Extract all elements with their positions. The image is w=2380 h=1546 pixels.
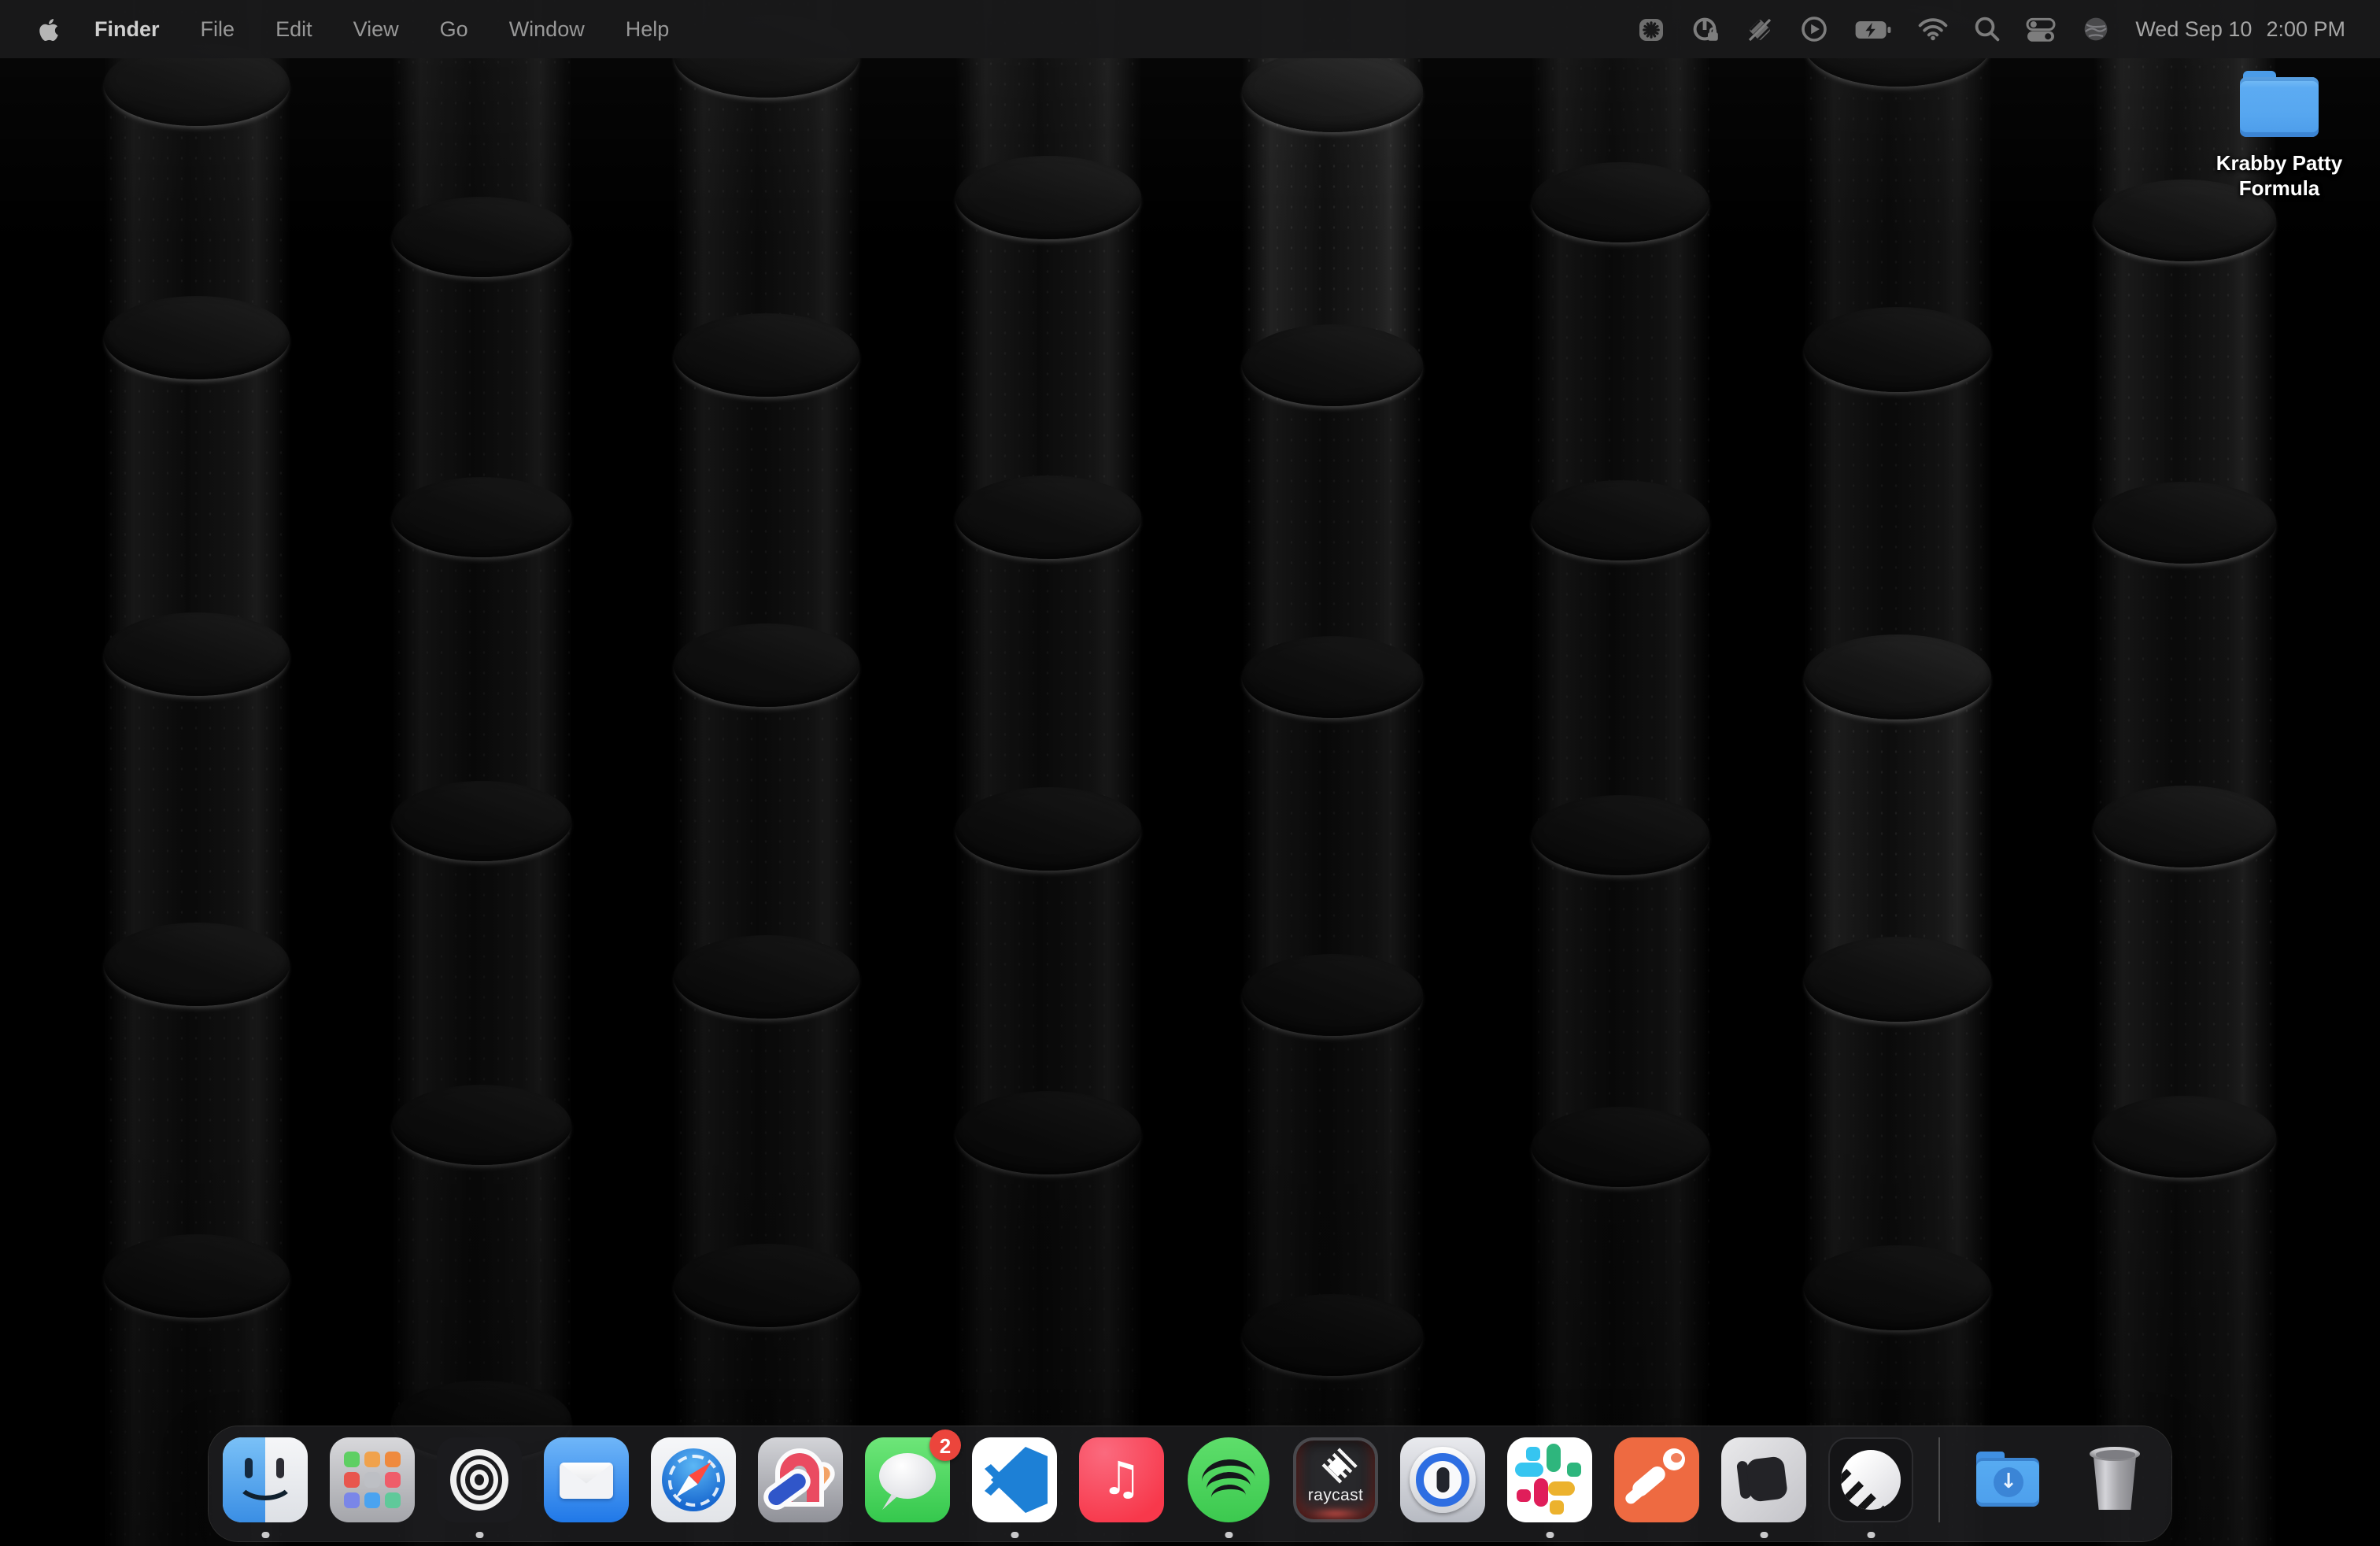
menu-bar-left: Finder File Edit View Go Window Help bbox=[38, 17, 669, 42]
menu-bar: Finder File Edit View Go Window Help Wed Sep … bbox=[0, 0, 2380, 58]
dock-item-music[interactable]: ♫ bbox=[1079, 1437, 1164, 1522]
globe-icon[interactable] bbox=[2080, 12, 2110, 46]
music-icon[interactable]: ♫ bbox=[1079, 1437, 1164, 1522]
wallpaper-column bbox=[104, 0, 290, 1546]
running-indicator-dot bbox=[1225, 1531, 1232, 1538]
dock-item-arc[interactable] bbox=[758, 1437, 843, 1522]
menu-item-go[interactable]: Go bbox=[440, 17, 468, 41]
running-indicator-dot bbox=[476, 1531, 483, 1538]
wallpaper-column bbox=[955, 0, 1141, 1546]
menu-bar-status: Wed Sep 10 2:00 PM bbox=[1636, 12, 2345, 46]
dock-item-vscode[interactable] bbox=[972, 1437, 1057, 1522]
dia-icon[interactable] bbox=[1721, 1437, 1806, 1522]
menu-bar-date[interactable]: Wed Sep 10 bbox=[2135, 17, 2252, 41]
desktop-screen: Finder File Edit View Go Window Help Wed Sep … bbox=[0, 0, 2380, 1546]
dock-item-spotify[interactable] bbox=[1186, 1437, 1271, 1522]
slack-icon[interactable] bbox=[1507, 1437, 1592, 1522]
dock-item-trash[interactable] bbox=[2072, 1437, 2157, 1522]
dock-divider bbox=[1938, 1437, 1940, 1522]
dock-item-dia[interactable] bbox=[1721, 1437, 1806, 1522]
menu-item-help[interactable]: Help bbox=[626, 17, 670, 41]
battery-charging-icon[interactable] bbox=[1853, 12, 1891, 46]
wallpaper-column bbox=[674, 0, 859, 1546]
dock-item-slack[interactable] bbox=[1507, 1437, 1592, 1522]
apple-menu-icon[interactable] bbox=[38, 17, 60, 42]
launchpad-icon[interactable] bbox=[330, 1437, 415, 1522]
wifi-icon[interactable] bbox=[1916, 12, 1948, 46]
dock-item-1password[interactable] bbox=[1400, 1437, 1485, 1522]
running-indicator-dot bbox=[262, 1531, 269, 1538]
notification-badge: 2 bbox=[929, 1429, 961, 1461]
spotlight-search-icon[interactable] bbox=[1973, 12, 2000, 46]
control-center-icon[interactable] bbox=[2025, 12, 2055, 46]
dock-item-launchpad[interactable] bbox=[330, 1437, 415, 1522]
menu-item-window[interactable]: Window bbox=[509, 17, 585, 41]
running-indicator-dot bbox=[1547, 1531, 1554, 1538]
running-indicator-dot bbox=[1011, 1531, 1018, 1538]
dock-item-raycast[interactable]: raycast bbox=[1293, 1437, 1378, 1522]
dock-item-rings[interactable] bbox=[437, 1437, 522, 1522]
spotify-icon[interactable] bbox=[1186, 1437, 1271, 1522]
wallpaper-column bbox=[1532, 0, 1709, 1546]
vscode-icon[interactable] bbox=[972, 1437, 1057, 1522]
dock-item-postman[interactable] bbox=[1614, 1437, 1699, 1522]
menu-item-file[interactable]: File bbox=[201, 17, 235, 41]
wallpaper-column bbox=[2094, 0, 2276, 1546]
status-icons bbox=[1636, 12, 2110, 46]
running-indicator-dot bbox=[1868, 1531, 1875, 1538]
rings-icon[interactable] bbox=[437, 1437, 522, 1522]
downloads-icon[interactable]: ↓ bbox=[1965, 1437, 2050, 1522]
menu-items: File Edit View Go Window Help bbox=[201, 17, 670, 41]
dock-item-finder[interactable] bbox=[223, 1437, 308, 1522]
linear-icon[interactable] bbox=[1828, 1437, 1913, 1522]
wallpaper-column bbox=[1804, 0, 1991, 1546]
raycast-label: raycast bbox=[1296, 1486, 1375, 1505]
folder-icon[interactable] bbox=[2240, 71, 2319, 140]
arc-icon[interactable] bbox=[758, 1437, 843, 1522]
safari-icon[interactable] bbox=[651, 1437, 736, 1522]
now-playing-icon[interactable] bbox=[1798, 12, 1828, 46]
mail-icon[interactable] bbox=[544, 1437, 629, 1522]
postman-icon[interactable] bbox=[1614, 1437, 1699, 1522]
menu-bar-clock[interactable]: Wed Sep 10 2:00 PM bbox=[2135, 17, 2345, 41]
dock-item-mail[interactable] bbox=[544, 1437, 629, 1522]
active-app-name[interactable]: Finder bbox=[94, 17, 160, 41]
menu-item-edit[interactable]: Edit bbox=[275, 17, 312, 41]
trash-icon[interactable] bbox=[2072, 1437, 2157, 1522]
menu-bar-time[interactable]: 2:00 PM bbox=[2266, 17, 2345, 41]
finder-icon[interactable] bbox=[223, 1437, 308, 1522]
wallpaper bbox=[0, 0, 2380, 1546]
power-lock-icon[interactable] bbox=[1690, 12, 1720, 46]
wallpaper-column bbox=[392, 0, 571, 1546]
menu-item-view[interactable]: View bbox=[353, 17, 399, 41]
dock-item-downloads[interactable]: ↓ bbox=[1965, 1437, 2050, 1522]
raycast-icon[interactable]: raycast bbox=[1293, 1437, 1378, 1522]
dock-item-linear[interactable] bbox=[1828, 1437, 1913, 1522]
hatched-slash-icon[interactable] bbox=[1745, 12, 1773, 46]
dock-item-safari[interactable] bbox=[651, 1437, 736, 1522]
dock-item-messages[interactable]: 2 bbox=[865, 1437, 950, 1522]
dock: 2 ♫ raycast ↓ bbox=[209, 1426, 2171, 1541]
1password-icon[interactable] bbox=[1400, 1437, 1485, 1522]
burst-icon[interactable] bbox=[1636, 12, 1665, 46]
desktop-folder-krabby-patty-formula[interactable]: Krabby Patty Formula bbox=[2179, 71, 2380, 202]
running-indicator-dot bbox=[1761, 1531, 1768, 1538]
wallpaper-column bbox=[1242, 0, 1423, 1546]
folder-label: Krabby Patty Formula bbox=[2179, 151, 2380, 202]
